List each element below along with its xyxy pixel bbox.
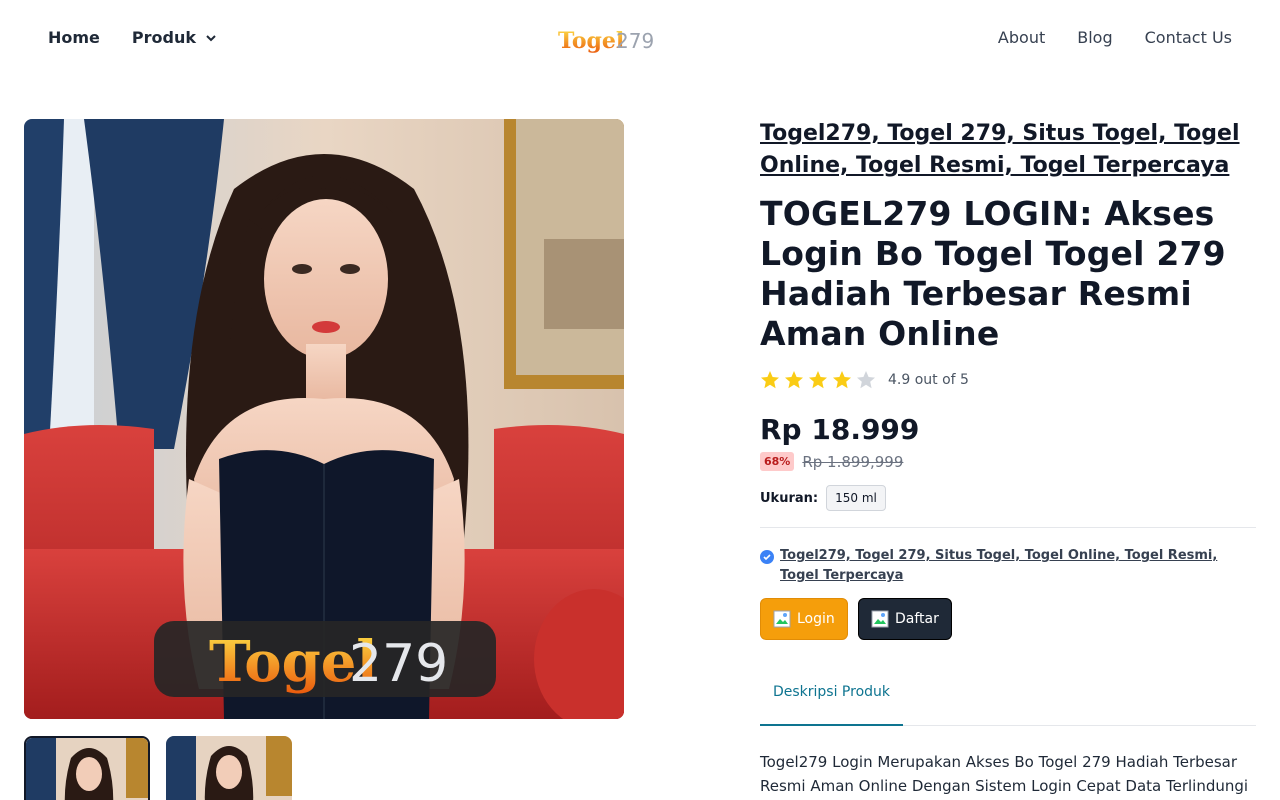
site-header: Home Produk Togel 279 About Blog Contact… bbox=[0, 0, 1280, 80]
tab-deskripsi-produk[interactable]: Deskripsi Produk bbox=[760, 678, 903, 726]
size-row: Ukuran: 150 ml bbox=[760, 485, 1256, 511]
product-photo: Togel 279 bbox=[24, 119, 624, 719]
product-info: Togel279, Togel 279, Situs Togel, Togel … bbox=[760, 118, 1256, 798]
old-price: Rp 1.899,999 bbox=[802, 452, 904, 471]
discount-row: 68% Rp 1.899,999 bbox=[760, 452, 1256, 471]
star-icon bbox=[833, 371, 851, 389]
broken-image-icon bbox=[773, 610, 791, 628]
nav-right: About Blog Contact Us bbox=[998, 28, 1232, 47]
chevron-down-icon bbox=[206, 34, 216, 41]
nav-home[interactable]: Home bbox=[48, 28, 100, 47]
nav-home-label: Home bbox=[48, 28, 100, 47]
nav-contact[interactable]: Contact Us bbox=[1145, 28, 1232, 47]
category-link[interactable]: Togel279, Togel 279, Situs Togel, Togel … bbox=[760, 118, 1256, 182]
thumbnail-image bbox=[166, 736, 292, 800]
thumbnail-strip bbox=[24, 736, 292, 800]
thumbnail-image bbox=[26, 738, 148, 800]
star-icon bbox=[761, 371, 779, 389]
star-empty-icon bbox=[857, 371, 875, 389]
divider bbox=[760, 527, 1256, 528]
site-logo[interactable]: Togel 279 bbox=[556, 26, 656, 54]
nav-produk-label: Produk bbox=[131, 28, 196, 47]
nav-about[interactable]: About bbox=[998, 28, 1045, 47]
size-option[interactable]: 150 ml bbox=[826, 485, 886, 511]
discount-badge: 68% bbox=[760, 452, 795, 471]
broken-image-icon bbox=[871, 610, 889, 628]
thumbnail-1[interactable] bbox=[24, 736, 150, 800]
banner-logo-number: 279 bbox=[349, 634, 448, 694]
login-button[interactable]: Login bbox=[760, 598, 848, 640]
nav-blog[interactable]: Blog bbox=[1077, 28, 1112, 47]
product-tabs: Deskripsi Produk bbox=[760, 678, 1256, 726]
star-icon bbox=[809, 371, 827, 389]
product-title: TOGEL279 LOGIN: Akses Login Bo Togel Tog… bbox=[760, 194, 1226, 353]
nav-produk-dropdown[interactable]: Produk bbox=[132, 28, 218, 47]
register-label: Daftar bbox=[895, 611, 939, 627]
product-main-image[interactable]: Togel 279 bbox=[24, 119, 624, 719]
logo-number-text: 279 bbox=[616, 29, 654, 53]
login-label: Login bbox=[797, 611, 835, 627]
verified-badge-icon bbox=[760, 550, 774, 564]
seller-link[interactable]: Togel279, Togel 279, Situs Togel, Togel … bbox=[780, 546, 1256, 586]
register-button[interactable]: Daftar bbox=[858, 598, 952, 640]
rating: 4.9 out of 5 bbox=[760, 370, 1256, 390]
logo-main-text: Togel bbox=[558, 28, 624, 54]
seller-row: Togel279, Togel 279, Situs Togel, Togel … bbox=[760, 546, 1256, 586]
thumbnail-2[interactable] bbox=[166, 736, 292, 800]
product-description: Togel279 Login Merupakan Akses Bo Togel … bbox=[760, 753, 1249, 795]
size-label: Ukuran: bbox=[760, 490, 819, 506]
action-buttons: Login Daftar bbox=[760, 598, 1256, 640]
nav-left: Home Produk bbox=[48, 28, 218, 47]
rating-stars bbox=[760, 370, 876, 390]
rating-text: 4.9 out of 5 bbox=[888, 372, 969, 388]
star-icon bbox=[785, 371, 803, 389]
current-price: Rp 18.999 bbox=[760, 413, 920, 446]
